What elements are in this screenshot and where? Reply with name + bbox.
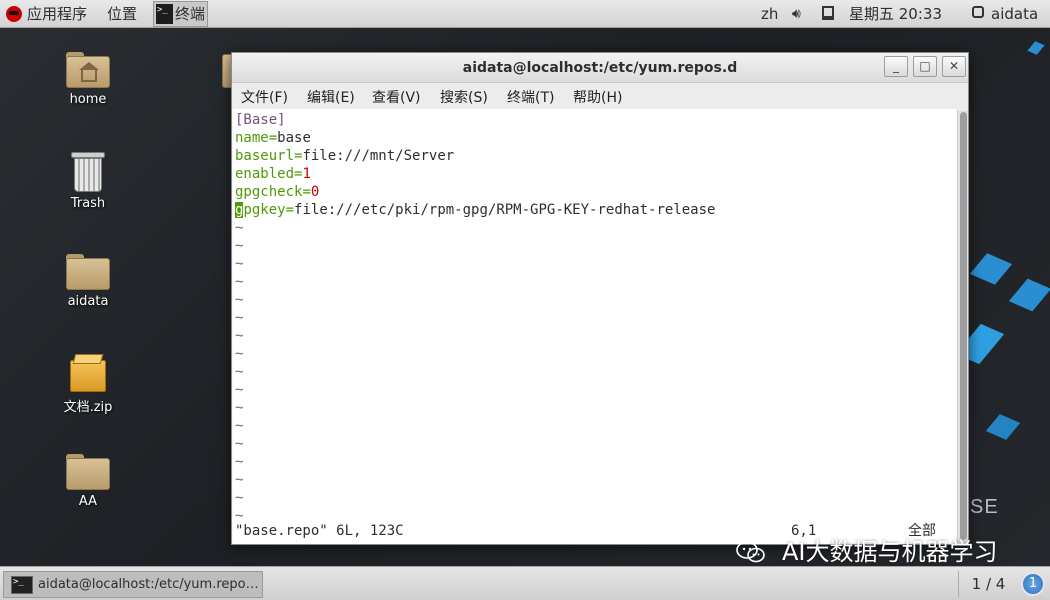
title-bar[interactable]: aidata@localhost:/etc/yum.repos.d _ □ ✕ xyxy=(232,53,968,83)
top-bar: 应用程序 位置 >_ 终端 zh 🔊︎ 星期五 20:33 aidata xyxy=(0,0,1050,28)
tilde-marker: ~ xyxy=(235,418,244,434)
desktop-icon-label: Trash xyxy=(70,196,106,211)
taskbar-item-label: aidata@localhost:/etc/yum.repo… xyxy=(38,577,259,592)
folder-icon xyxy=(66,454,110,490)
terminal-icon: >_ xyxy=(156,4,173,24)
tilde-marker: ~ xyxy=(235,238,244,254)
user-icon xyxy=(972,6,984,18)
folder-icon xyxy=(66,254,110,290)
desktop-icon-label: 文档.zip xyxy=(63,400,113,415)
background-shape xyxy=(1008,278,1050,312)
tilde-marker: ~ xyxy=(235,472,244,488)
tilde-marker: ~ xyxy=(235,220,244,236)
vim-line: [Base] xyxy=(235,111,286,129)
background-text: SE xyxy=(970,496,999,518)
taskbar-terminal-item[interactable]: >_ aidata@localhost:/etc/yum.repo… xyxy=(3,571,263,598)
workspace-switcher[interactable]: 1 / 4 xyxy=(958,571,1018,597)
watermark-text: AI大数据与机器学习 xyxy=(782,538,998,566)
folder-icon xyxy=(222,54,231,88)
tilde-marker: ~ xyxy=(235,400,244,416)
tilde-marker: ~ xyxy=(235,490,244,506)
clock[interactable]: 星期五 20:33 xyxy=(849,0,942,28)
config-key: pgkey xyxy=(243,202,286,218)
applications-menu[interactable]: 应用程序 xyxy=(27,0,87,28)
vim-line: name=base xyxy=(235,130,311,146)
desktop-icon-label: AA xyxy=(78,494,98,509)
vim-line: enabled=1 xyxy=(235,166,311,182)
window-title: aidata@localhost:/etc/yum.repos.d xyxy=(462,60,738,76)
scrollbar[interactable] xyxy=(957,110,968,543)
section-header: [Base] xyxy=(235,112,286,128)
desktop-icon-home[interactable]: home xyxy=(43,52,133,107)
tilde-marker: ~ xyxy=(235,454,244,470)
vim-editor[interactable]: [Base] name=base baseurl=file:///mnt/Ser… xyxy=(233,109,956,544)
config-key: gpgcheck xyxy=(235,184,303,200)
background-shape xyxy=(1027,41,1045,55)
wechat-icon xyxy=(736,541,765,563)
tilde-marker: ~ xyxy=(235,382,244,398)
menu-file[interactable]: 文件(F) xyxy=(241,87,288,107)
redhat-logo-icon xyxy=(6,6,22,22)
config-value: file:///mnt/Server xyxy=(302,148,455,164)
vim-line: baseurl=file:///mnt/Server xyxy=(235,148,455,164)
menu-help[interactable]: 帮助(H) xyxy=(573,87,622,107)
config-key: baseurl xyxy=(235,148,295,164)
network-icon[interactable] xyxy=(822,6,834,20)
menu-view[interactable]: 查看(V) xyxy=(372,87,421,107)
desktop-icon-trash[interactable]: Trash xyxy=(43,152,133,211)
terminal-window[interactable]: aidata@localhost:/etc/yum.repos.d _ □ ✕ … xyxy=(231,52,969,545)
minimize-button[interactable]: _ xyxy=(884,56,908,77)
status-file-info: "base.repo" 6L, 123C xyxy=(235,523,404,539)
bottom-panel: >_ aidata@localhost:/etc/yum.repo… 1 / 4… xyxy=(0,566,1050,600)
tilde-marker: ~ xyxy=(235,346,244,362)
terminal-task-label: 终端 xyxy=(175,5,206,23)
config-value: base xyxy=(277,130,311,146)
background-shape xyxy=(969,253,1013,285)
volume-icon[interactable]: 🔊︎ xyxy=(792,6,801,22)
menu-search[interactable]: 搜索(S) xyxy=(440,87,488,107)
desktop-icon-aa[interactable]: AA xyxy=(43,454,133,509)
places-menu[interactable]: 位置 xyxy=(107,0,137,28)
scrollbar-thumb[interactable] xyxy=(960,112,967,540)
background-shape xyxy=(985,414,1021,440)
vim-line: gpgkey=file:///etc/pki/rpm-gpg/RPM-GPG-K… xyxy=(235,202,716,218)
config-key: name xyxy=(235,130,269,146)
desktop-icon-zip[interactable]: 文档.zip xyxy=(43,354,133,415)
menu-bar: 文件(F) 编辑(E) 查看(V) 搜索(S) 终端(T) 帮助(H) xyxy=(232,83,968,109)
vim-line: gpgcheck=0 xyxy=(235,184,320,200)
tilde-marker: ~ xyxy=(235,436,244,452)
desktop-icon-label: home xyxy=(69,92,107,107)
trash-icon xyxy=(71,152,105,192)
desktop-icon-label: aidata xyxy=(67,294,109,309)
terminal-task-button[interactable]: >_ 终端 xyxy=(153,1,208,27)
tilde-marker: ~ xyxy=(235,310,244,326)
menu-terminal[interactable]: 终端(T) xyxy=(507,87,554,107)
tilde-marker: ~ xyxy=(235,256,244,272)
tilde-marker: ~ xyxy=(235,328,244,344)
terminal-icon: >_ xyxy=(11,576,33,594)
maximize-button[interactable]: □ xyxy=(913,56,937,77)
desktop-icon-aidata[interactable]: aidata xyxy=(43,254,133,309)
home-folder-icon xyxy=(66,52,110,88)
user-menu[interactable]: aidata xyxy=(991,0,1038,28)
close-button[interactable]: ✕ xyxy=(942,56,966,77)
config-key: enabled xyxy=(235,166,295,182)
config-value: 0 xyxy=(310,184,320,200)
config-value: file:///etc/pki/rpm-gpg/RPM-GPG-KEY-redh… xyxy=(294,202,716,218)
archive-icon xyxy=(70,354,106,392)
notification-badge[interactable]: 1 xyxy=(1021,572,1045,596)
tilde-marker: ~ xyxy=(235,274,244,290)
input-method-indicator[interactable]: zh xyxy=(761,0,778,28)
tilde-marker: ~ xyxy=(235,292,244,308)
config-value: 1 xyxy=(302,166,311,182)
menu-edit[interactable]: 编辑(E) xyxy=(307,87,355,107)
tilde-marker: ~ xyxy=(235,364,244,380)
